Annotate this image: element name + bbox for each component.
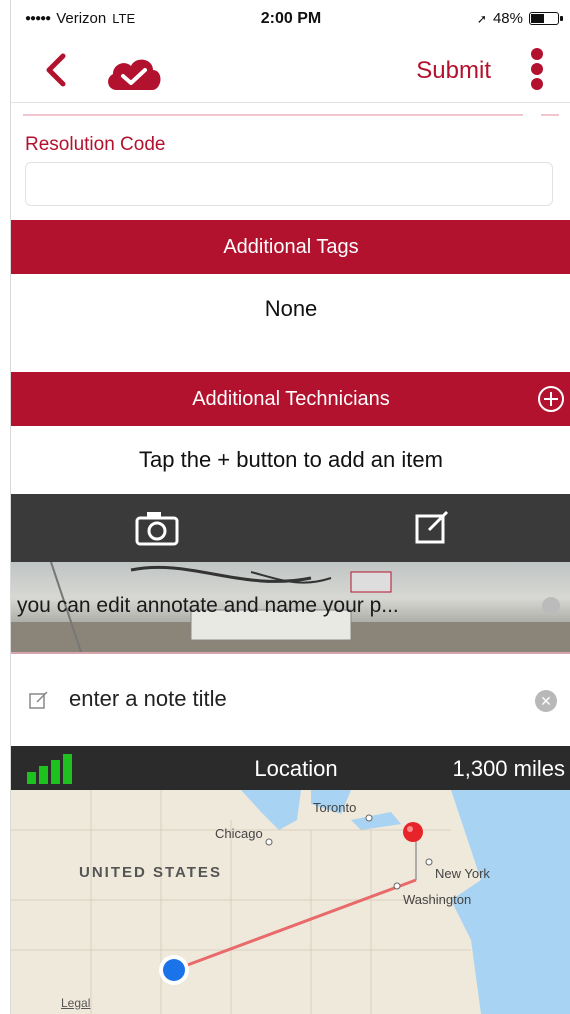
location-arrow-icon: ➚: [476, 11, 487, 26]
additional-technicians-header: Additional Technicians: [11, 372, 570, 426]
map-city-label: Chicago: [215, 826, 263, 841]
map-legal-link[interactable]: Legal: [61, 996, 90, 1010]
battery-icon: [529, 12, 563, 25]
map-graphic: [11, 790, 570, 1014]
additional-tags-title: Additional Tags: [223, 235, 359, 258]
note-title-input[interactable]: enter a note title: [69, 686, 227, 712]
edit-note-icon: [29, 691, 48, 709]
chevron-left-icon[interactable]: [37, 50, 77, 90]
cloud-check-icon[interactable]: [103, 52, 163, 94]
divider: [541, 114, 559, 116]
map-city-label: Toronto: [313, 800, 357, 815]
map-country-label: UNITED STATES: [79, 864, 222, 881]
map-city-label: Washington: [403, 892, 472, 907]
status-bar: ●●●●● Verizon LTE 2:00 PM ➚ 48%: [11, 0, 570, 40]
battery-percent: 48%: [492, 10, 523, 27]
vertical-dots-icon[interactable]: [527, 48, 547, 92]
photo-attachment[interactable]: you can edit annotate and name your p...: [11, 562, 570, 654]
submit-button[interactable]: Submit: [416, 57, 491, 85]
battery-group: ➚ 48%: [476, 10, 563, 27]
photo-caption: you can edit annotate and name your p...: [17, 594, 399, 617]
camera-icon[interactable]: [135, 510, 179, 546]
additional-tags-header[interactable]: Additional Tags: [11, 220, 570, 274]
location-bar: Location 1,300 miles: [11, 746, 570, 790]
edit-note-icon[interactable]: [413, 508, 453, 546]
attachment-toolbar: [11, 494, 570, 562]
additional-technicians-title: Additional Technicians: [192, 387, 390, 410]
technicians-empty-hint: Tap the + button to add an item: [139, 447, 443, 472]
note-title-row[interactable]: enter a note title ✕: [11, 654, 570, 744]
location-distance: 1,300 miles: [452, 756, 565, 781]
divider: [23, 114, 523, 116]
additional-tags-value[interactable]: None: [11, 296, 570, 322]
plus-circle-icon[interactable]: [537, 385, 565, 413]
location-map[interactable]: Toronto Chicago New York Washington UNIT…: [11, 790, 570, 1014]
clear-icon[interactable]: ✕: [535, 690, 557, 712]
map-city-label: New York: [435, 866, 490, 881]
nav-bar: Submit: [11, 40, 570, 103]
resolution-code-label: Resolution Code: [25, 134, 166, 155]
app-screen: ●●●●● Verizon LTE 2:00 PM ➚ 48% Submit R…: [10, 0, 570, 1014]
resolution-code-field[interactable]: [25, 162, 553, 206]
